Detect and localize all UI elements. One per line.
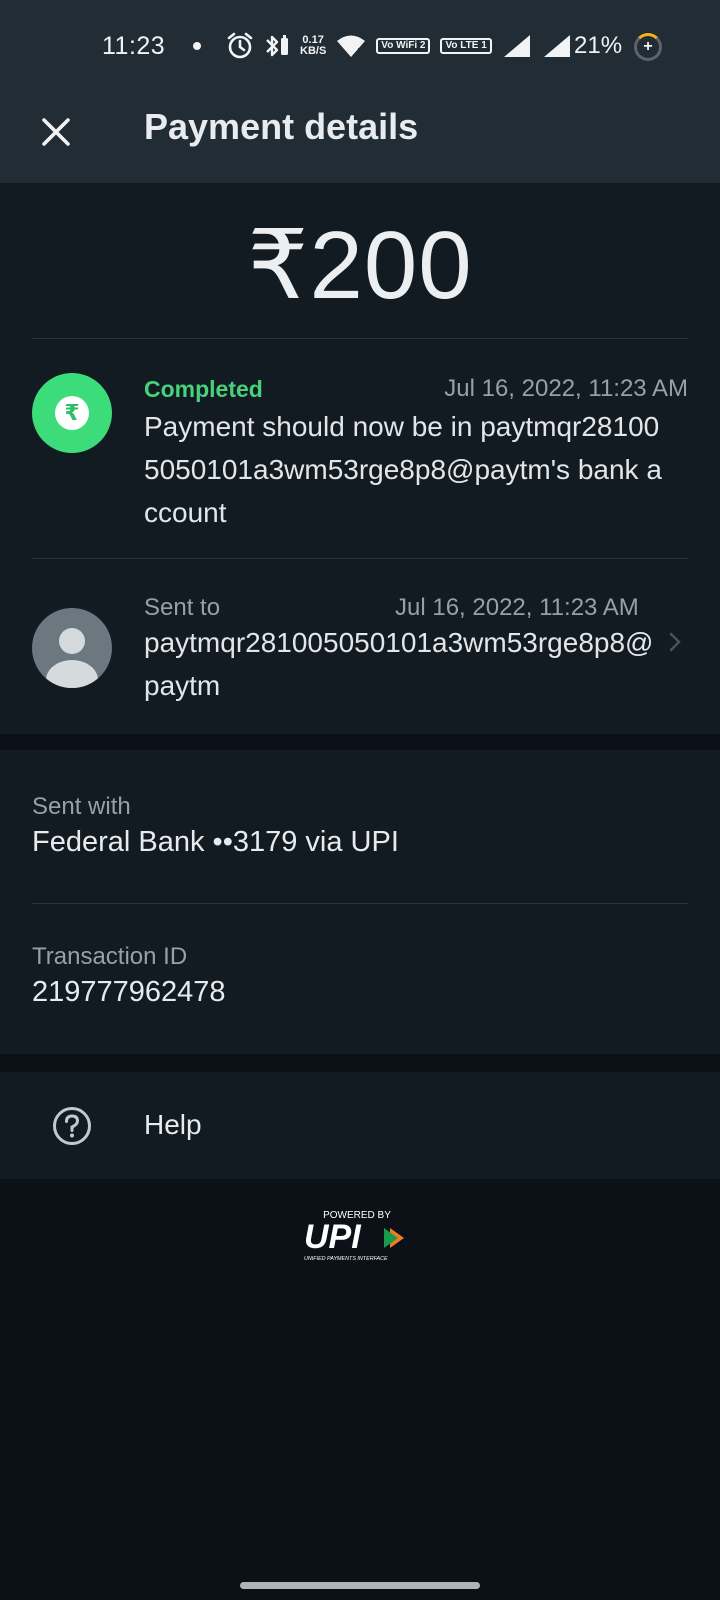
alarm-icon [227,32,253,59]
recipient-row[interactable]: Sent to Jul 16, 2022, 11:23 AM paytmqr28… [0,558,720,734]
svg-text:UPI: UPI [304,1218,362,1256]
signal-strength-icon-2 [543,35,570,57]
status-time: 11:23 [102,32,166,60]
divider [32,903,688,904]
volte-wifi-badge: Vo WiFi 2 [376,38,431,54]
payment-details-card: Sent with Federal Bank ••3179 via UPI Tr… [0,750,720,1054]
volte-lte-badge: Vo LTE 1 [440,38,492,54]
sent-to-date: Jul 16, 2022, 11:23 AM [395,594,639,621]
status-icons: 0.17 KB/S Vo WiFi 2 Vo LTE 1 [226,30,572,62]
payment-status-avatar: ₹ [32,373,112,453]
app-bar: Payment details [0,90,720,183]
sent-with-value: Federal Bank ••3179 via UPI [32,826,399,858]
status-date: Jul 16, 2022, 11:23 AM [444,375,688,402]
recipient-avatar [32,608,112,688]
signal-strength-icon [503,35,530,57]
page-title: Payment details [144,106,419,147]
divider [32,338,688,339]
payment-amount: ₹200 [247,212,473,319]
network-speed: 0.17 KB/S [300,34,327,57]
close-button[interactable] [32,108,80,156]
sent-to-label: Sent to [144,594,221,621]
battery-saver-icon: + [634,33,662,61]
wifi-icon [337,35,366,57]
sent-with-label: Sent with [32,793,131,820]
bluetooth-battery-icon [266,35,288,57]
rupee-icon: ₹ [55,396,89,430]
transaction-id-label: Transaction ID [32,943,188,970]
home-indicator[interactable] [240,1582,480,1589]
chevron-right-icon [669,632,681,652]
close-icon [42,118,70,146]
help-circle-icon [53,1107,91,1145]
status-bar: 11:23 0.17 KB/S Vo WiFi 2 Vo LTE 1 21% + [0,0,720,90]
svg-text:UNIFIED PAYMENTS INTERFACE: UNIFIED PAYMENTS INTERFACE [304,1256,388,1262]
recipient-upi-id: paytmqr281005050101a3wm53rge8p8@paytm [144,627,654,701]
help-row[interactable]: Help [0,1072,720,1179]
person-icon [59,628,85,654]
status-message: Payment should now be in paytmqr28100505… [144,411,662,528]
payment-summary-card: ₹200 ₹ Completed Jul 16, 2022, 11:23 AM … [0,183,720,734]
status-label: Completed [144,376,263,402]
help-label: Help [144,1109,202,1140]
battery-percent: 21% [574,32,623,59]
upi-logo: POWERED BY UPI UNIFIED PAYMENTS INTERFAC… [304,1210,404,1262]
notification-dot-icon [193,42,201,50]
transaction-id-value: 219777962478 [32,976,226,1008]
